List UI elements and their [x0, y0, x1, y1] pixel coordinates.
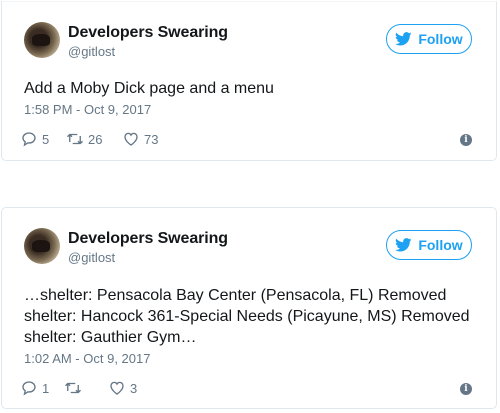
- retweet-icon: [65, 382, 81, 394]
- follow-label: Follow: [418, 237, 463, 253]
- tweet-actions: 5 26 73: [20, 129, 158, 149]
- reply-count: 1: [42, 380, 50, 396]
- tweet-text: …shelter: Pensacola Bay Center (Pensacol…: [24, 287, 470, 346]
- like-count: 73: [144, 131, 159, 147]
- reply-button[interactable]: 5: [20, 130, 66, 148]
- reply-icon: [22, 381, 36, 396]
- tweet-card[interactable]: Developers Swearing @gitlost Follow …she…: [1, 207, 497, 409]
- follow-button[interactable]: Follow: [386, 24, 472, 54]
- heart-icon: [124, 132, 138, 146]
- info-icon[interactable]: i: [460, 383, 472, 395]
- tweet-card[interactable]: Developers Swearing @gitlost Follow Add …: [1, 1, 497, 161]
- timestamp[interactable]: 1:02 AM - Oct 9, 2017: [24, 351, 150, 366]
- retweet-icon: [67, 133, 83, 145]
- heart-icon: [110, 381, 124, 395]
- tweet-text: Add a Moby Dick page and a menu: [24, 80, 274, 97]
- username[interactable]: @gitlost: [68, 44, 115, 59]
- retweet-button[interactable]: 26: [66, 130, 122, 148]
- username[interactable]: @gitlost: [68, 250, 115, 265]
- tweet-actions: 1 3: [20, 378, 137, 398]
- reply-icon: [22, 132, 36, 147]
- follow-label: Follow: [418, 31, 463, 47]
- display-name[interactable]: Developers Swearing: [68, 24, 228, 42]
- avatar[interactable]: [24, 228, 60, 264]
- reply-button[interactable]: 1: [20, 379, 64, 397]
- timestamp[interactable]: 1:58 PM - Oct 9, 2017: [24, 102, 151, 117]
- like-button[interactable]: 73: [122, 130, 158, 148]
- twitter-bird-icon: [395, 238, 412, 252]
- like-count: 3: [130, 380, 138, 396]
- retweet-count: 26: [88, 131, 103, 147]
- info-icon[interactable]: i: [460, 134, 472, 146]
- follow-button[interactable]: Follow: [386, 230, 472, 260]
- retweet-button[interactable]: [64, 379, 108, 397]
- like-button[interactable]: 3: [108, 379, 137, 397]
- reply-count: 5: [42, 131, 50, 147]
- avatar[interactable]: [24, 22, 60, 58]
- twitter-bird-icon: [395, 32, 412, 46]
- display-name[interactable]: Developers Swearing: [68, 230, 228, 248]
